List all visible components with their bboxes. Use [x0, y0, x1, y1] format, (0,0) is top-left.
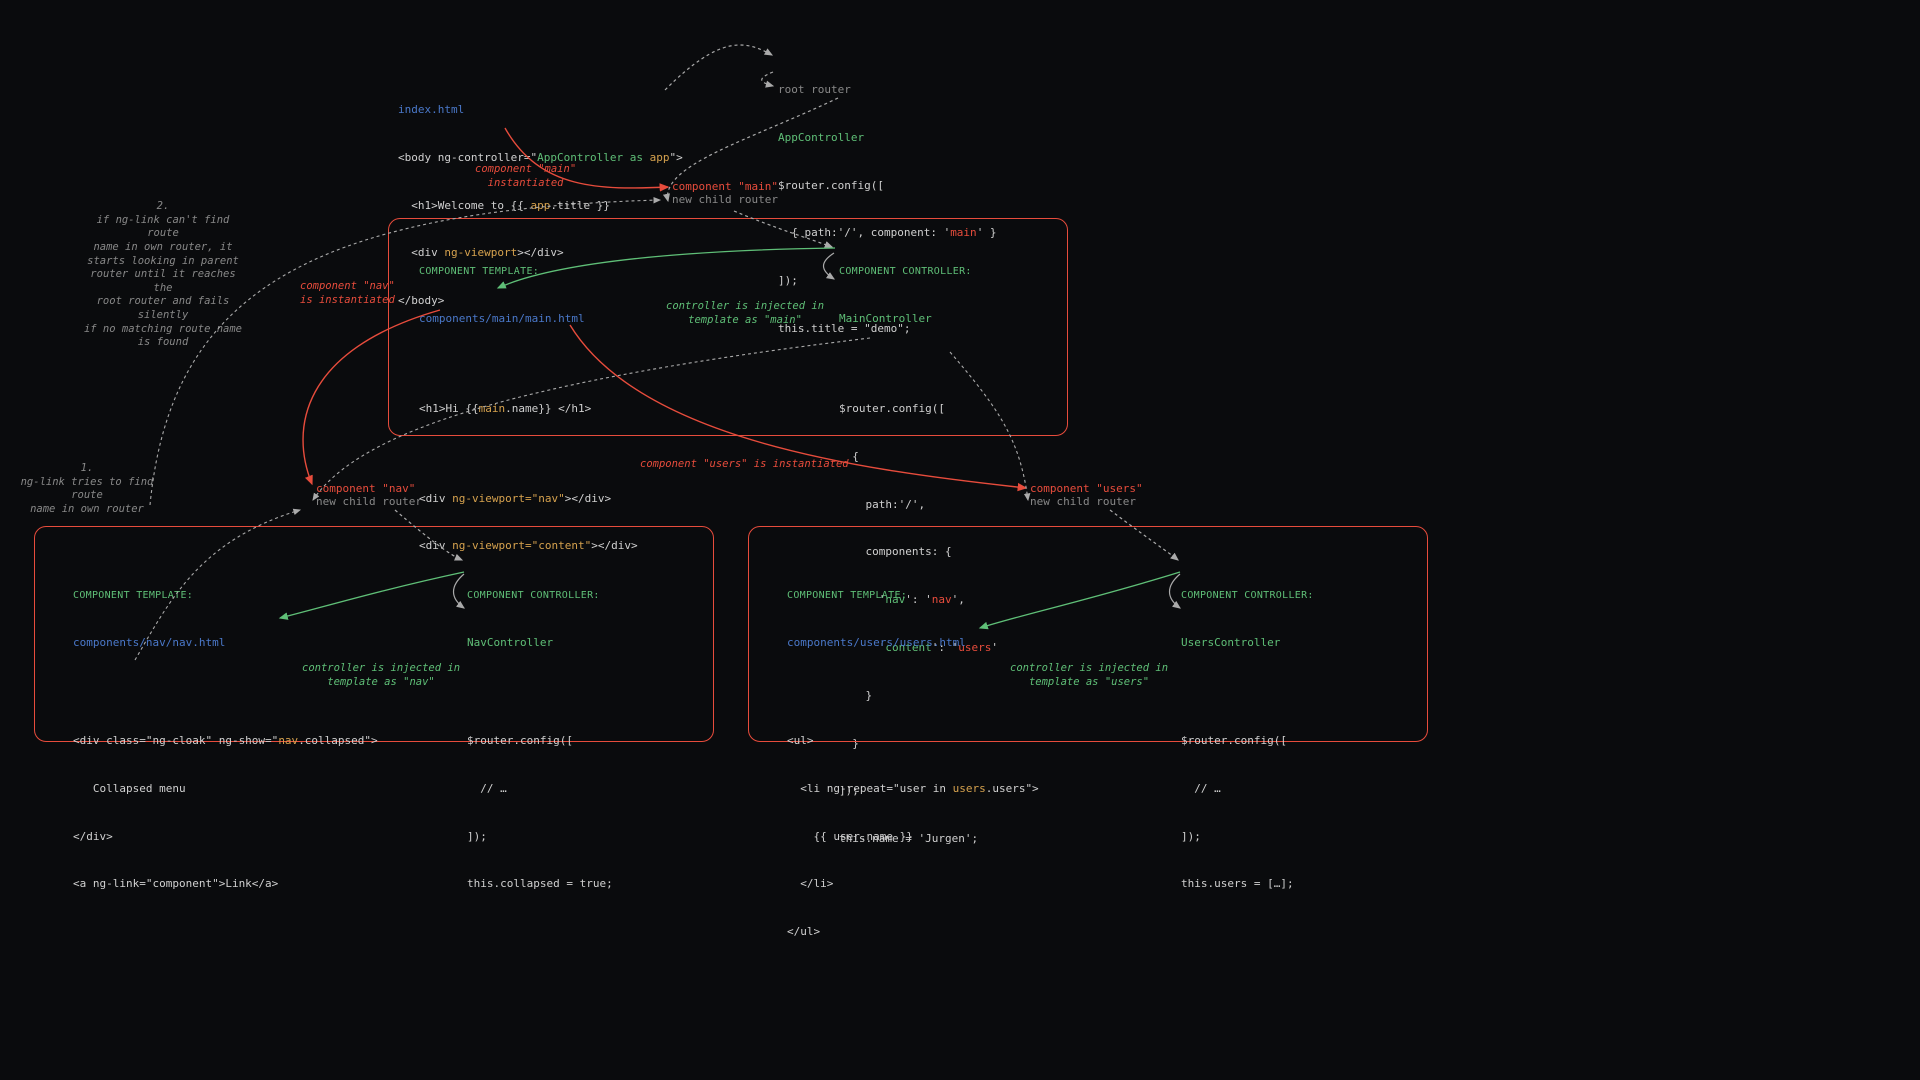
nav-instantiated-label: component "nav"is instantiated [300, 280, 395, 307]
note-2: 2. if ng-link can't find route name in o… [78, 200, 248, 350]
inject-nav-label: controller is injected intemplate as "na… [302, 662, 460, 689]
inject-main-label: controller is injected intemplate as "ma… [666, 300, 824, 327]
users-instantiated-label: component "users" is instantiated [640, 458, 849, 472]
inject-users-label: controller is injected intemplate as "us… [1010, 662, 1168, 689]
component-users-label: component "users" new child router [1030, 482, 1143, 508]
note-1: 1. ng-link tries to find route name in o… [17, 462, 157, 517]
component-main-label: component "main" new child router [672, 180, 778, 206]
users-component-box: COMPONENT TEMPLATE: components/users/use… [748, 526, 1428, 742]
nav-component-box: COMPONENT TEMPLATE: components/nav/nav.h… [34, 526, 714, 742]
main-instantiated-label: component "main"instantiated [475, 163, 576, 190]
component-nav-label: component "nav" new child router [316, 482, 422, 508]
index-title: index.html [398, 103, 464, 116]
